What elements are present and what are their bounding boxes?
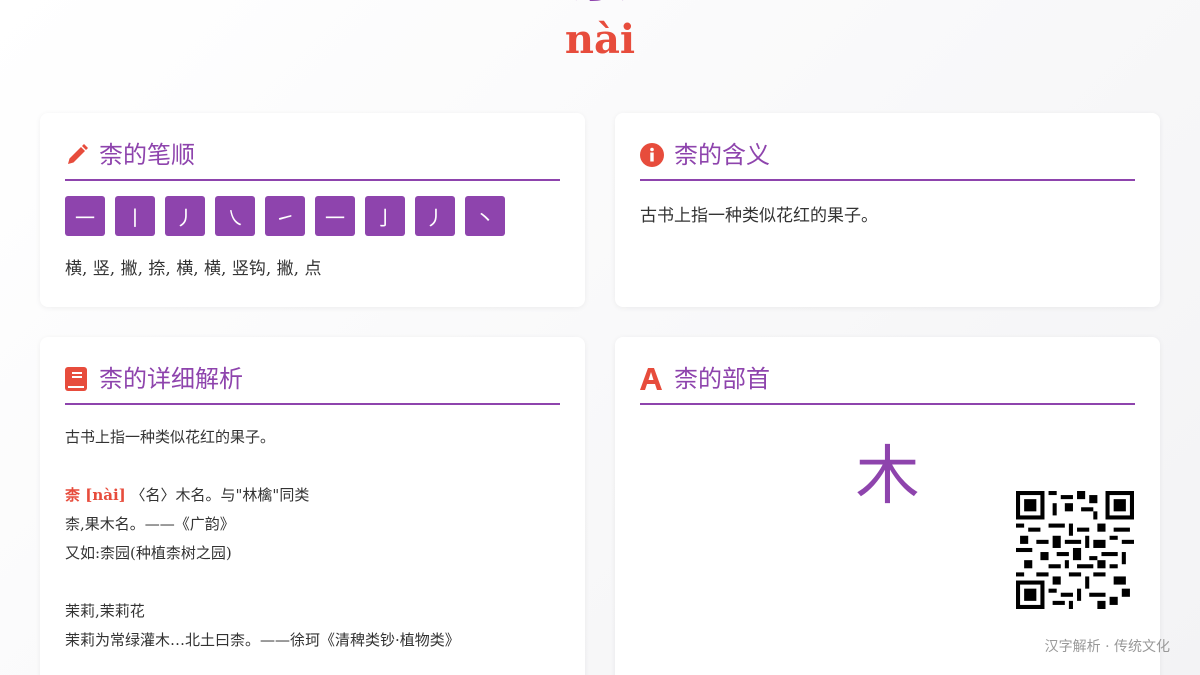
entry-head: 柰 [nài] [65, 486, 126, 504]
stroke-item[interactable]: ㇏ [215, 196, 255, 236]
card-title: 柰的详细解析 [99, 365, 243, 393]
font-icon [640, 367, 664, 391]
book-icon [65, 367, 89, 391]
detail-line: 茉莉,茉莉花 [65, 602, 145, 620]
stroke-order-card: 柰的笔顺 一 丨 丿 ㇏ ㇀ 一 亅 丿 丶 横, 竖, 撇, 捺, 横, 横,… [40, 113, 585, 307]
card-header: 柰的含义 [640, 141, 1135, 181]
stroke-item[interactable]: 丶 [465, 196, 505, 236]
info-icon [640, 143, 664, 167]
card-header: 柰的部首 [640, 365, 1135, 405]
stroke-item[interactable]: 亅 [365, 196, 405, 236]
page: 柰 nài 柰的笔顺 一 丨 丿 ㇏ ㇀ 一 亅 丿 丶 横, 竖, 撇, 捺,… [0, 0, 1200, 675]
stroke-item[interactable]: 丨 [115, 196, 155, 236]
meaning-card: 柰的含义 古书上指一种类似花红的果子。 [615, 113, 1160, 307]
detail-card: 柰的详细解析 古书上指一种类似花红的果子。 柰 [nài] 〈名〉木名。与"林檎… [40, 337, 585, 675]
stroke-item[interactable]: 一 [65, 196, 105, 236]
hero-pinyin: nài [564, 16, 636, 63]
detail-line: 古书上指一种类似花红的果子。 [65, 428, 276, 446]
card-header: 柰的笔顺 [65, 141, 560, 181]
detail-line: 茉莉为常绿灌木…北土曰柰。——徐珂《清稗类钞·植物类》 [65, 631, 460, 649]
detail-line: 柰,果木名。——《广韵》 [65, 515, 235, 533]
entry-rest: 〈名〉木名。与"林檎"同类 [130, 486, 310, 504]
card-title: 柰的笔顺 [99, 141, 195, 169]
footer-text: 汉字解析 · 传统文化 [1044, 639, 1170, 655]
card-title: 柰的含义 [674, 141, 770, 169]
pencil-icon [65, 143, 89, 167]
card-title: 柰的部首 [674, 365, 770, 393]
detail-text: 古书上指一种类似花红的果子。 柰 [nài] 〈名〉木名。与"林檎"同类 柰,果… [65, 423, 560, 655]
meaning-text: 古书上指一种类似花红的果子。 [640, 206, 878, 226]
stroke-item[interactable]: 丿 [415, 196, 455, 236]
card-header: 柰的详细解析 [65, 365, 560, 405]
stroke-names: 横, 竖, 撇, 捺, 横, 横, 竖钩, 撇, 点 [65, 259, 322, 279]
stroke-item[interactable]: 一 [315, 196, 355, 236]
qr-code [1016, 491, 1134, 609]
stroke-list: 一 丨 丿 ㇏ ㇀ 一 亅 丿 丶 [65, 196, 560, 236]
detail-line: 又如:柰园(种植柰树之园) [65, 544, 232, 562]
hero-character: 柰 [0, 0, 1200, 6]
stroke-item[interactable]: 丿 [165, 196, 205, 236]
detail-entry: 柰 [nài] 〈名〉木名。与"林檎"同类 [65, 481, 560, 510]
stroke-item[interactable]: ㇀ [265, 196, 305, 236]
